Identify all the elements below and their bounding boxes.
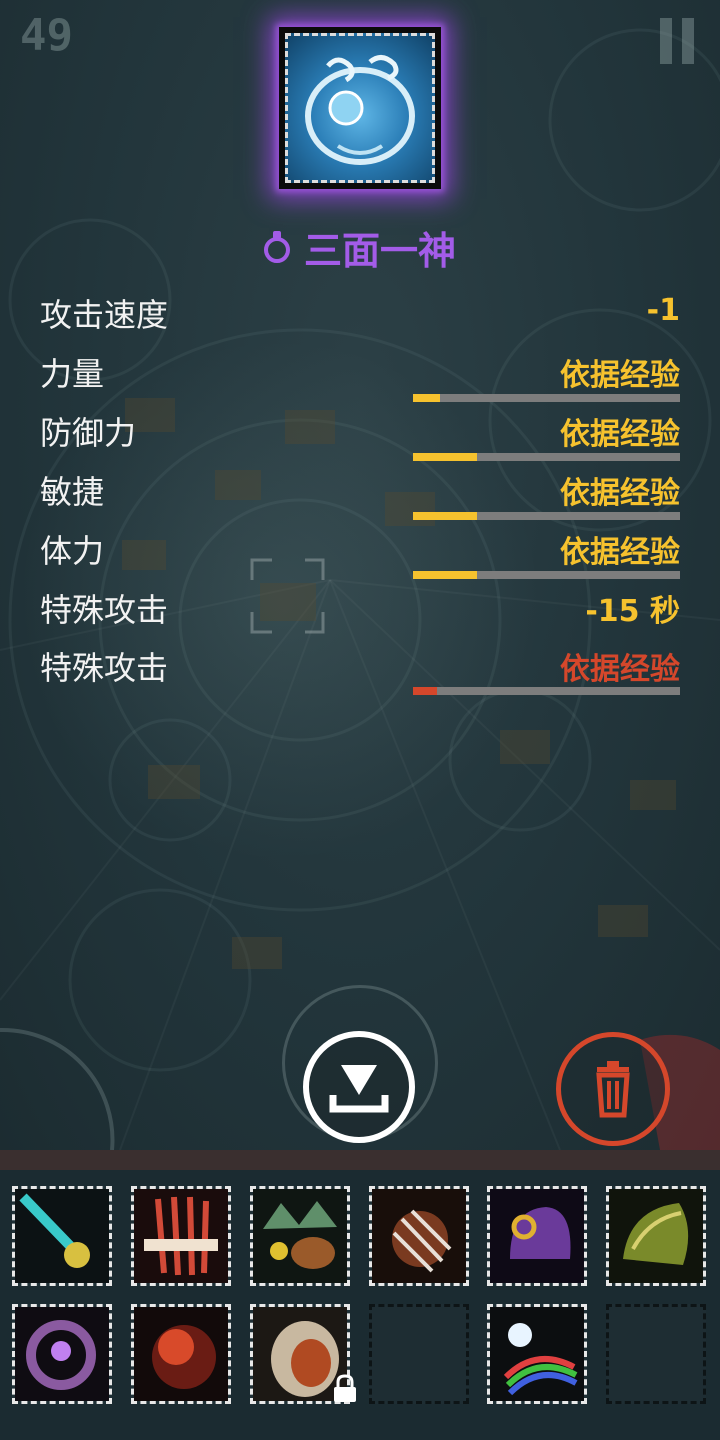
item-name: 三面一神 [0, 220, 720, 275]
purple-eye-ring-icon [15, 1307, 109, 1401]
inventory-slot[interactable] [12, 1186, 112, 1286]
inventory-slot[interactable] [131, 1186, 231, 1286]
stat-label: 力量 [40, 355, 105, 393]
stat-bar [413, 571, 680, 579]
stat-value: 依据经验 [560, 535, 680, 570]
stat-label: 敏捷 [40, 473, 105, 511]
trash-icon [596, 1061, 630, 1118]
stat-value: 依据经验 [560, 358, 680, 393]
stat-bar [413, 453, 680, 461]
stat-value: 依据经验 [560, 476, 680, 511]
rainbow-jewel-icon [490, 1307, 584, 1401]
equip-drop-button[interactable] [303, 1031, 415, 1143]
red-claw-icon [134, 1189, 228, 1283]
stat-bar [413, 512, 680, 520]
ring-icon [263, 230, 290, 263]
inventory-slot[interactable] [606, 1186, 706, 1286]
stat-bar-fill [413, 571, 478, 579]
cyan-dagger-icon [15, 1189, 109, 1283]
stat-bar-fill [413, 512, 478, 520]
stat-value: -15 秒 [585, 594, 680, 629]
inventory-slot-empty[interactable] [369, 1304, 469, 1404]
inventory-slot[interactable] [131, 1304, 231, 1404]
pause-button[interactable] [660, 18, 696, 64]
stat-label: 特殊攻击 [40, 649, 169, 687]
stat-label: 特殊攻击 [40, 591, 169, 629]
inventory-slot-empty[interactable] [606, 1304, 706, 1404]
stat-value: -1 [646, 293, 680, 328]
spiked-gauntlet-icon [372, 1189, 466, 1283]
green-feather-helm-icon [609, 1189, 703, 1283]
inventory-slot[interactable] [250, 1186, 350, 1286]
inventory-slot[interactable] [12, 1304, 112, 1404]
level-counter: 49 [20, 10, 73, 61]
green-gem-crown-icon [253, 1189, 347, 1283]
inventory-divider [0, 1150, 720, 1170]
stat-label: 防御力 [40, 414, 137, 452]
inventory-slot[interactable] [487, 1304, 587, 1404]
inventory-slot[interactable] [487, 1186, 587, 1286]
stat-value: 依据经验 [560, 652, 680, 687]
stat-bar-fill [413, 453, 478, 461]
stat-bar [413, 394, 680, 402]
stat-bar [413, 687, 680, 695]
inventory-slot[interactable] [369, 1186, 469, 1286]
stat-bar-fill [413, 687, 438, 695]
stat-label: 攻击速度 [40, 296, 169, 334]
purple-helm-icon [490, 1189, 584, 1283]
drop-down-icon [329, 1065, 389, 1113]
lock-icon [334, 1374, 356, 1402]
discard-button[interactable] [556, 1032, 670, 1146]
red-orb-ring-icon [134, 1307, 228, 1401]
stat-value: 依据经验 [560, 417, 680, 452]
stat-bar-fill [413, 394, 440, 402]
stat-label: 体力 [40, 532, 105, 570]
item-name-text: 三面一神 [303, 229, 456, 273]
blue-ring-amulet-icon [285, 33, 435, 183]
selected-item-frame [279, 27, 441, 189]
